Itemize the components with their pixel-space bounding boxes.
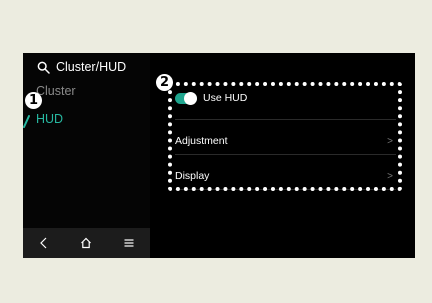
- search-header[interactable]: Cluster/HUD: [37, 59, 126, 75]
- callout-highlight-box: [168, 82, 402, 191]
- active-indicator: [23, 115, 30, 128]
- sidebar-item-cluster[interactable]: Cluster: [36, 84, 76, 98]
- back-button[interactable]: [29, 228, 59, 258]
- sidebar-item-hud[interactable]: HUD: [36, 112, 63, 126]
- search-icon: [37, 61, 50, 74]
- bottom-nav: [23, 228, 150, 258]
- infotainment-screen: Cluster/HUD Cluster HUD 1 2 Use HUD Adju…: [23, 53, 415, 258]
- page-title: Cluster/HUD: [56, 60, 127, 74]
- home-icon: [81, 237, 92, 249]
- back-icon: [40, 237, 47, 249]
- menu-icon: [124, 239, 134, 247]
- home-button[interactable]: [71, 228, 101, 258]
- callout-marker-1: 1: [25, 92, 42, 109]
- menu-button[interactable]: [114, 228, 144, 258]
- sidebar: Cluster/HUD Cluster HUD 1: [23, 53, 150, 258]
